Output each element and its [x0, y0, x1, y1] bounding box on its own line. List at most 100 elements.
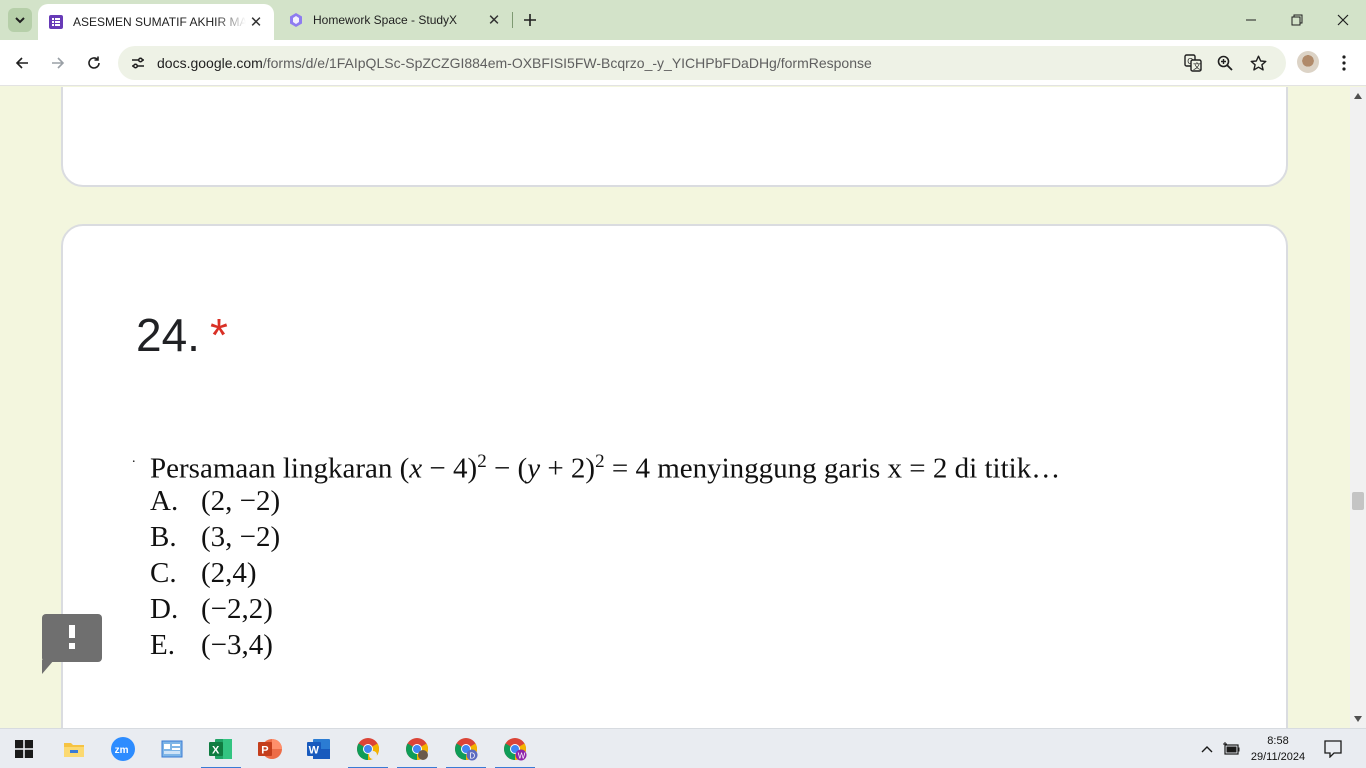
option-letter: D.: [150, 593, 179, 625]
stem-end: = 4 menyinggung garis x = 2 di titik…: [604, 452, 1061, 485]
question-title: 24. *: [136, 308, 228, 362]
svg-text:W: W: [309, 745, 320, 757]
exclamation-icon: [69, 625, 75, 649]
taskbar-chrome-profile-2[interactable]: [397, 729, 437, 768]
restore-icon: [1291, 14, 1303, 26]
chrome-icon: [357, 738, 379, 760]
browser-menu-button[interactable]: [1332, 49, 1356, 77]
stem-part-c: + 2): [540, 452, 596, 485]
chrome-icon: W: [504, 738, 527, 761]
option-value: (−3,4): [201, 629, 273, 661]
site-settings-icon[interactable]: [126, 51, 150, 75]
scroll-down-button[interactable]: [1353, 714, 1363, 724]
url-host: docs.google.com: [157, 55, 263, 71]
profile-avatar[interactable]: [1297, 51, 1319, 73]
option-c: C. (2,4): [150, 557, 257, 590]
taskbar-powerpoint[interactable]: P: [250, 729, 290, 768]
question-number: 24.: [136, 309, 200, 361]
start-button[interactable]: [4, 729, 44, 768]
option-letter: B.: [150, 521, 177, 553]
notification-icon: [1324, 740, 1342, 758]
restore-button[interactable]: [1274, 0, 1320, 40]
studyx-icon: [288, 12, 304, 28]
powerpoint-icon: P: [258, 739, 282, 759]
minimize-icon: [1246, 19, 1256, 21]
windows-logo-icon: [15, 740, 33, 758]
taskbar-chrome-profile-d[interactable]: D: [446, 729, 486, 768]
show-hidden-icons-button[interactable]: [1196, 729, 1218, 768]
zoom-in-icon: [1217, 55, 1233, 71]
triangle-up-icon: [1354, 93, 1362, 99]
star-icon: [1250, 55, 1267, 71]
taskbar-file-explorer[interactable]: [54, 729, 94, 768]
var-y: y: [527, 452, 541, 485]
tab-title: ASESMEN SUMATIF AKHIR MAT: [73, 15, 246, 29]
scrollbar-thumb[interactable]: [1352, 492, 1364, 510]
chrome-icon: D: [455, 738, 478, 761]
option-e: E. (−3,4): [150, 629, 273, 662]
stem-part-b: − (: [486, 452, 528, 485]
report-button-tail: [42, 660, 54, 674]
system-clock[interactable]: 8:58 29/11/2024: [1238, 733, 1318, 765]
reload-button[interactable]: [80, 49, 108, 77]
exponent-2: 2: [595, 451, 605, 472]
report-problem-button[interactable]: [42, 614, 102, 662]
stem-text: Persamaan lingkaran (x − 4)2 − (y + 2)2 …: [150, 451, 1060, 486]
option-d: D. (−2,2): [150, 593, 273, 626]
scroll-up-button[interactable]: [1353, 91, 1363, 101]
chevron-up-icon: [1201, 746, 1213, 753]
triangle-down-icon: [1354, 716, 1362, 722]
control-panel-icon: [161, 740, 183, 758]
translate-button[interactable]: G文: [1181, 51, 1205, 75]
google-forms-icon: [48, 14, 64, 30]
svg-text:X: X: [212, 745, 220, 757]
tab-studyx[interactable]: Homework Space - StudyX ✕: [278, 0, 512, 40]
forward-button[interactable]: [44, 49, 72, 77]
previous-question-card: [61, 87, 1288, 187]
taskbar-chrome[interactable]: [348, 729, 388, 768]
url-path: /forms/d/e/1FAIpQLSc-SpZCZGI884em-OXBFIS…: [262, 55, 872, 71]
notifications-button[interactable]: [1322, 729, 1344, 768]
excel-icon: X: [209, 739, 232, 759]
clock-date: 29/11/2024: [1250, 751, 1306, 763]
stem-part-a: − 4): [422, 452, 478, 485]
minimize-button[interactable]: [1228, 0, 1274, 40]
option-value: (2,4): [201, 557, 257, 589]
form-page: 24. * . Persamaan lingkaran (x − 4)2 − (y…: [0, 87, 1350, 728]
bookmark-button[interactable]: [1246, 51, 1270, 75]
windows-taskbar: zm X P W D W 8:58 29/11/2024: [0, 728, 1366, 768]
reload-icon: [88, 56, 100, 69]
taskbar-control-panel[interactable]: [152, 729, 192, 768]
required-asterisk: *: [209, 309, 228, 361]
close-window-button[interactable]: [1320, 0, 1366, 40]
zoom-app-icon: zm: [111, 737, 135, 761]
exponent-1: 2: [477, 451, 487, 472]
tab-forms[interactable]: ASESMEN SUMATIF AKHIR MAT ✕: [38, 4, 274, 40]
question-card: 24. * . Persamaan lingkaran (x − 4)2 − (y…: [61, 224, 1288, 728]
stem-start: Persamaan lingkaran (: [150, 452, 410, 485]
taskbar-word[interactable]: W: [299, 729, 339, 768]
taskbar-zoom[interactable]: zm: [103, 729, 143, 768]
chrome-icon: [406, 738, 428, 760]
taskbar-excel[interactable]: X: [201, 729, 241, 768]
zoom-button[interactable]: [1213, 51, 1237, 75]
close-tab-icon[interactable]: ✕: [246, 12, 266, 32]
close-tab-icon[interactable]: ✕: [484, 10, 504, 30]
arrow-left-icon: [15, 57, 28, 69]
option-value: (−2,2): [201, 593, 273, 625]
chevron-down-icon: [15, 17, 25, 24]
option-a: A. (2, −2): [150, 485, 280, 518]
taskbar-chrome-profile-w[interactable]: W: [495, 729, 535, 768]
option-value: (3, −2): [201, 521, 281, 553]
option-letter: A.: [150, 485, 179, 517]
close-icon: [1337, 14, 1349, 26]
more-vertical-icon: [1342, 55, 1346, 71]
new-tab-button[interactable]: [518, 8, 542, 32]
page-scrollbar[interactable]: [1350, 87, 1366, 728]
back-button[interactable]: [8, 49, 36, 77]
address-bar[interactable]: docs.google.com/forms/d/e/1FAIpQLSc-SpZC…: [118, 46, 1286, 80]
arrow-right-icon: [52, 57, 65, 69]
option-letter: E.: [150, 629, 175, 661]
bullet-mark: .: [132, 451, 136, 466]
tab-search-button[interactable]: [8, 8, 32, 32]
